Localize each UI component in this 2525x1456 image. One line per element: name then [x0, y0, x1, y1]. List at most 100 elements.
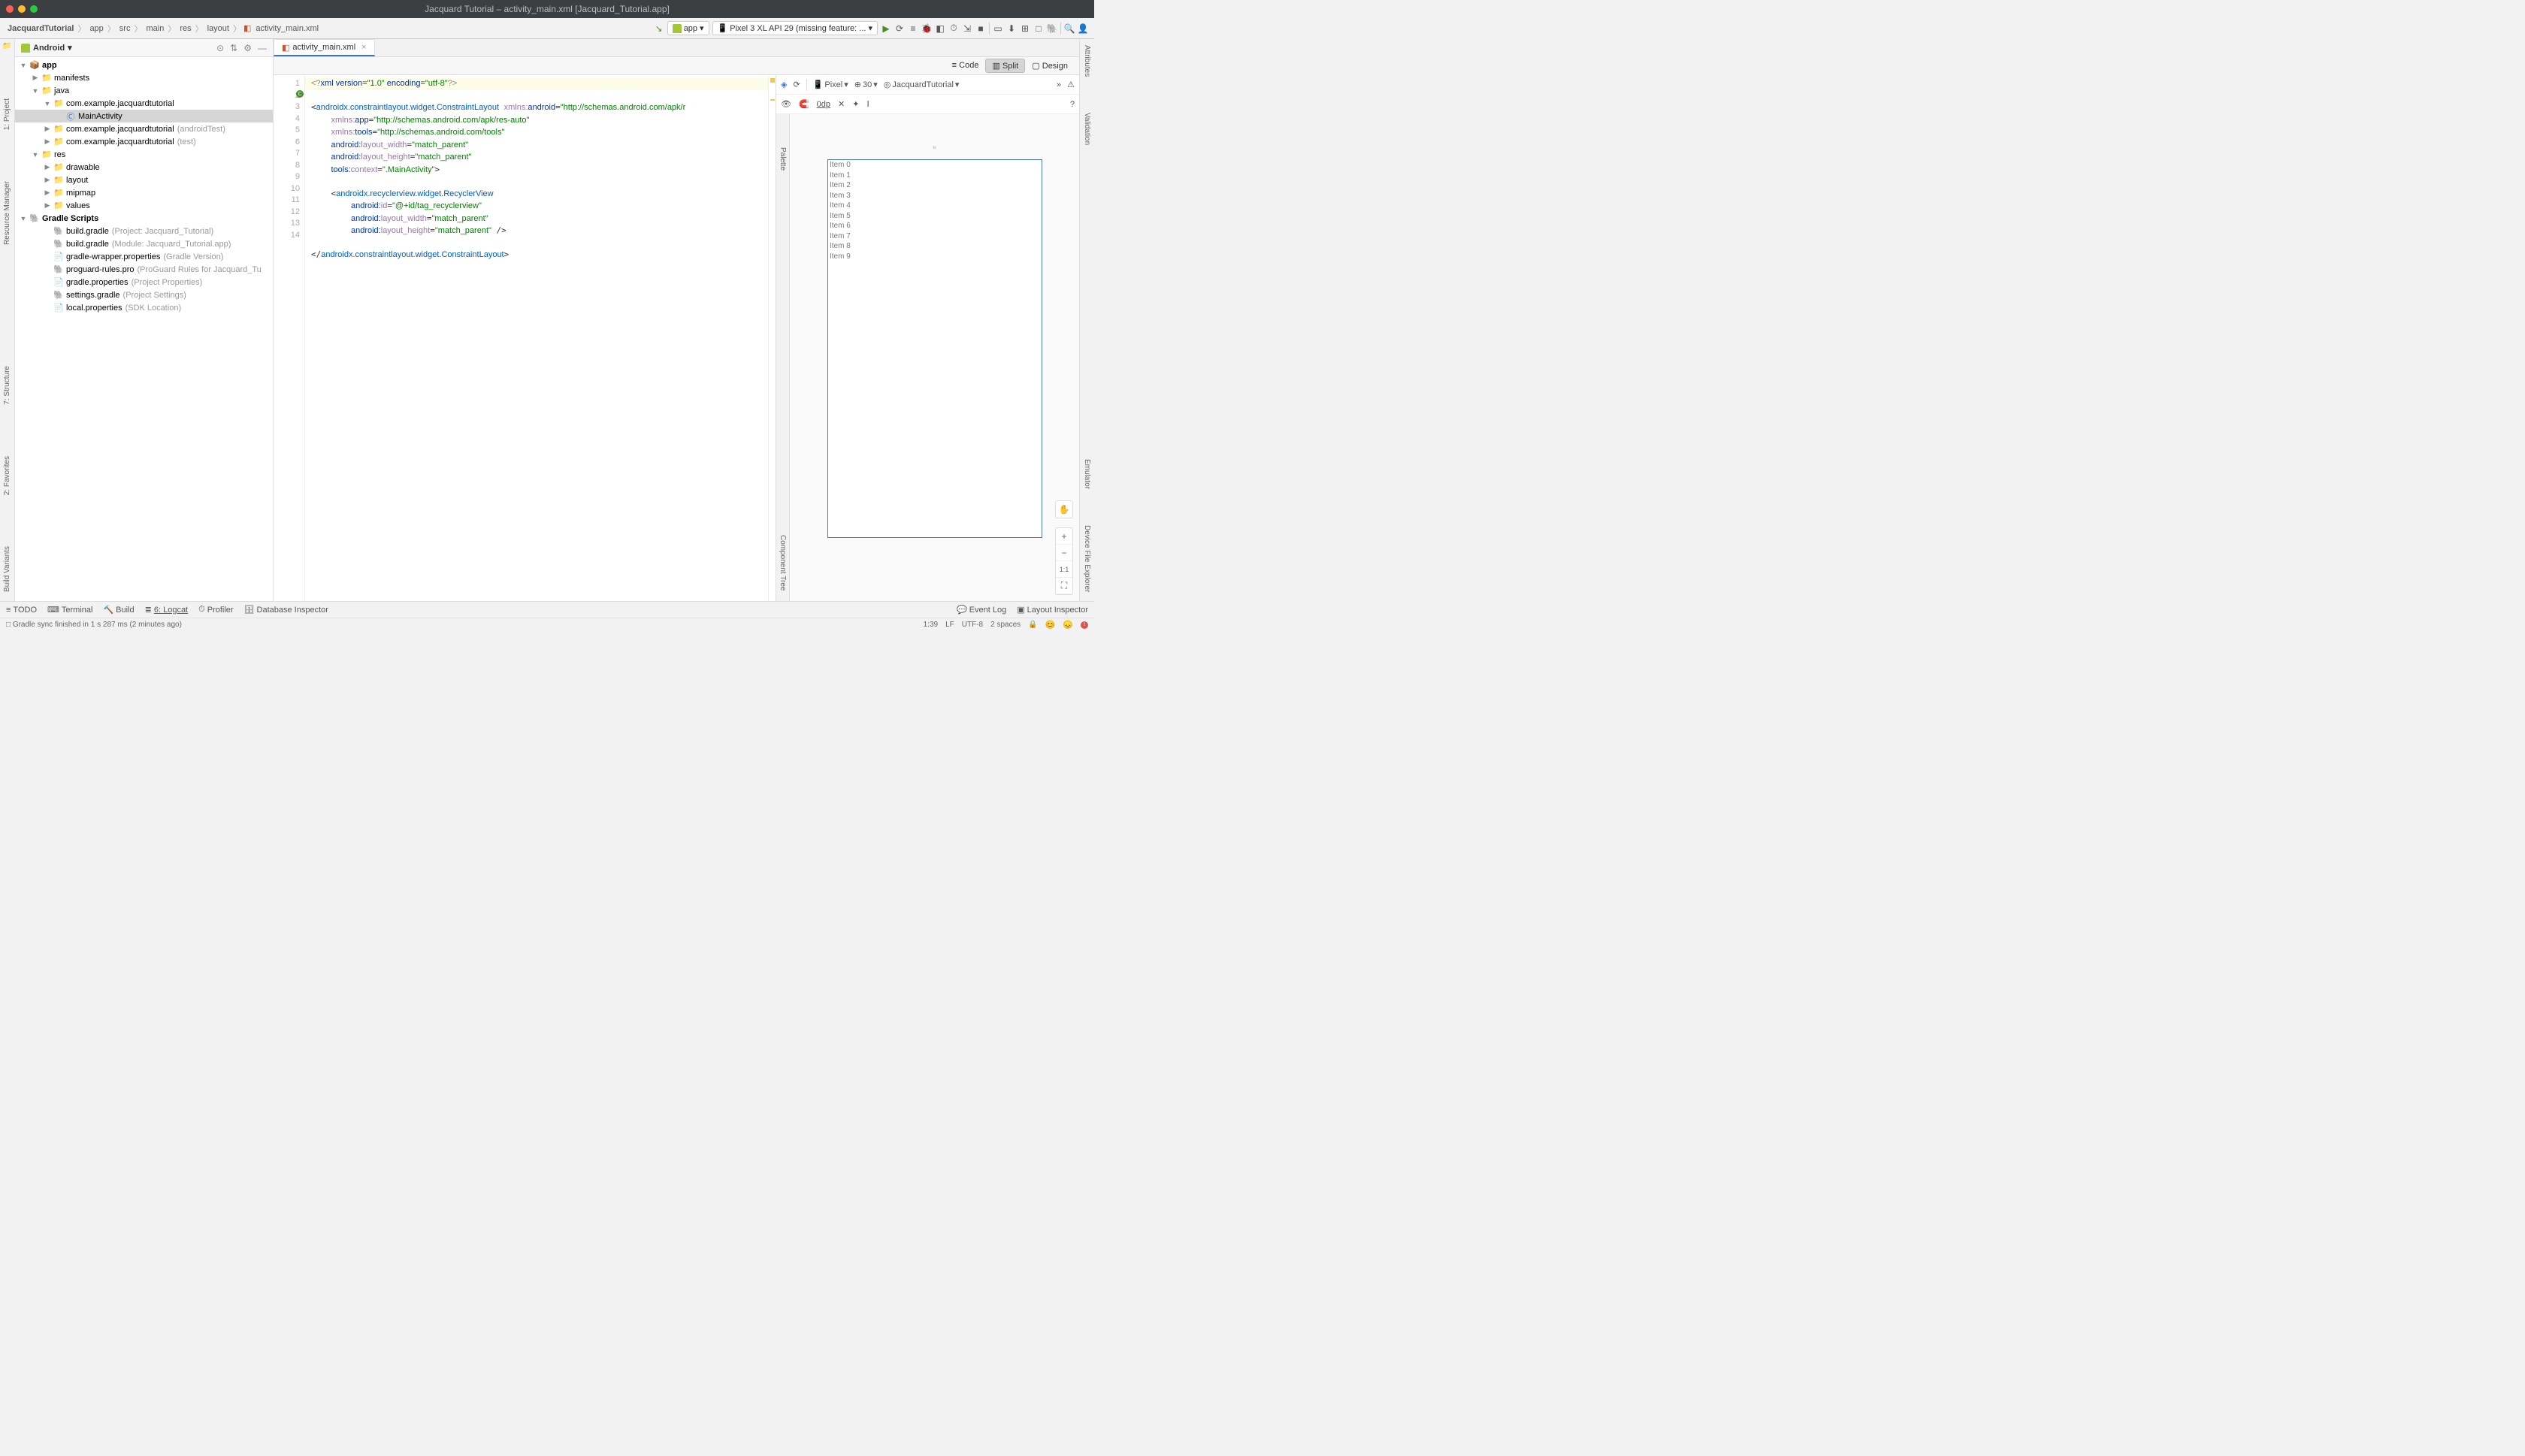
tree-gradle-wrapper[interactable]: 📄gradle-wrapper.properties(Gradle Versio…	[15, 250, 273, 263]
rail-project[interactable]: 1: Project	[3, 95, 11, 133]
bottom-layout-inspector[interactable]: ▣ Layout Inspector	[1017, 605, 1088, 615]
rail-palette[interactable]: Palette	[779, 144, 787, 174]
crumb-app[interactable]: app	[88, 24, 104, 33]
feedback-happy-icon[interactable]: 😊	[1045, 620, 1056, 630]
guidelines-icon[interactable]: Ⅰ	[866, 99, 869, 109]
maximize-window[interactable]	[30, 5, 38, 13]
tab-close-icon[interactable]: ×	[361, 43, 366, 52]
search-icon[interactable]: 🔍	[1064, 23, 1075, 34]
device-select[interactable]: 📱 Pixel ▾	[813, 80, 848, 89]
debug-icon[interactable]: 🐞	[921, 23, 932, 34]
api-select[interactable]: ⊕ 30 ▾	[854, 80, 878, 89]
crumb-file[interactable]: activity_main.xml	[254, 24, 320, 33]
layout-inspector-icon[interactable]: □	[1033, 23, 1044, 34]
encoding[interactable]: UTF-8	[962, 621, 983, 629]
warning-marker-icon[interactable]	[770, 78, 775, 83]
zoom-out-icon[interactable]: −	[1056, 545, 1072, 561]
bottom-logcat[interactable]: ≣ 6: Logcat	[145, 605, 188, 615]
tree-res[interactable]: ▼📁res	[15, 148, 273, 161]
bottom-build[interactable]: 🔨 Build	[103, 605, 134, 615]
lock-icon[interactable]: 🔒	[1028, 621, 1037, 629]
tree-app[interactable]: ▼📦app	[15, 59, 273, 71]
default-margins[interactable]: 0dp	[817, 100, 830, 109]
view-options-icon[interactable]: 👁	[781, 99, 791, 109]
zoom-fit[interactable]: 1:1	[1056, 561, 1072, 578]
run-config-selector[interactable]: app ▾	[667, 21, 709, 35]
tree-pkg-test[interactable]: ▶📁com.example.jacquardtutorial(test)	[15, 135, 273, 148]
folder-rail-icon[interactable]: 📁	[2, 42, 11, 50]
rail-device-file-explorer[interactable]: Device File Explorer	[1083, 522, 1091, 595]
rail-resource-manager[interactable]: Resource Manager	[3, 178, 11, 248]
warnings-icon[interactable]: ⚠	[1067, 80, 1075, 89]
tree-main-activity[interactable]: ⒸMainActivity	[15, 110, 273, 122]
zoom-in-icon[interactable]: +	[1056, 528, 1072, 545]
zoom-reset-icon[interactable]: ⛶	[1056, 578, 1072, 594]
attach-debugger-icon[interactable]: ⇲	[962, 23, 972, 34]
tree-build-gradle-module[interactable]: 🐘build.gradle(Module: Jacquard_Tutorial.…	[15, 237, 273, 250]
theme-select[interactable]: ◎ JacquardTutorial ▾	[884, 80, 960, 89]
mode-design[interactable]: ▢ Design	[1025, 59, 1075, 73]
project-mode-selector[interactable]: Android ▾	[21, 43, 72, 53]
minimize-window[interactable]	[18, 5, 26, 13]
avd-icon[interactable]: ▭	[993, 23, 1003, 34]
surface-icon[interactable]: ◈	[781, 80, 787, 89]
pan-icon[interactable]: ✋	[1055, 500, 1073, 518]
expand-all-icon[interactable]: ⇅	[230, 43, 237, 53]
tree-drawable[interactable]: ▶📁drawable	[15, 161, 273, 174]
close-window[interactable]	[6, 5, 14, 13]
apply-changes-icon[interactable]: ⟳	[894, 23, 905, 34]
infer-icon[interactable]: ✦	[852, 99, 859, 109]
design-canvas[interactable]: ⚬ Item 0 Item 1 Item 2 Item 3 Item 4 Ite…	[790, 114, 1079, 601]
run-icon[interactable]: ▶	[881, 23, 891, 34]
profile-icon[interactable]: ⏱	[948, 23, 959, 34]
settings-icon[interactable]: ⚙	[243, 43, 252, 53]
coverage-icon[interactable]: ◧	[935, 23, 945, 34]
tree-pkg-androidtest[interactable]: ▶📁com.example.jacquardtutorial(androidTe…	[15, 122, 273, 135]
bottom-profiler[interactable]: ⏱ Profiler	[198, 605, 233, 615]
bottom-todo[interactable]: ≡ TODO	[6, 605, 37, 615]
bottom-database-inspector[interactable]: 🗄 Database Inspector	[244, 605, 328, 615]
rail-emulator[interactable]: Emulator	[1083, 456, 1091, 492]
hide-icon[interactable]: —	[258, 43, 267, 53]
rail-component-tree[interactable]: Component Tree	[779, 532, 787, 594]
crumb-src[interactable]: src	[118, 24, 132, 33]
caret-pos[interactable]: 1:39	[924, 621, 938, 629]
rail-attributes[interactable]: Attributes	[1083, 42, 1091, 80]
tree-values[interactable]: ▶📁values	[15, 199, 273, 212]
sync-icon[interactable]: ↘	[654, 23, 664, 34]
tree-proguard[interactable]: 🐘proguard-rules.pro(ProGuard Rules for J…	[15, 263, 273, 276]
orientation-icon[interactable]: ⟳	[793, 80, 800, 89]
code-minimap[interactable]	[768, 75, 776, 601]
crumb-main[interactable]: main	[144, 24, 165, 33]
rm-icon[interactable]: ⊞	[1020, 23, 1030, 34]
bottom-event-log[interactable]: 💬 Event Log	[957, 605, 1006, 615]
tree-settings-gradle[interactable]: 🐘settings.gradle(Project Settings)	[15, 288, 273, 301]
tab-activity-main[interactable]: ◧ activity_main.xml ×	[274, 39, 375, 56]
tree-mipmap[interactable]: ▶📁mipmap	[15, 186, 273, 199]
tree-gradle-props[interactable]: 📄gradle.properties(Project Properties)	[15, 276, 273, 288]
crumb-res[interactable]: res	[178, 24, 192, 33]
rail-validation[interactable]: Validation	[1083, 110, 1091, 148]
rail-favorites[interactable]: 2: Favorites	[3, 453, 11, 498]
device-selector[interactable]: 📱 Pixel 3 XL API 29 (missing feature: ..…	[712, 21, 878, 35]
bottom-terminal[interactable]: ⌨ Terminal	[47, 605, 92, 615]
rail-structure[interactable]: 7: Structure	[3, 363, 11, 408]
select-opened-icon[interactable]: ⊙	[216, 43, 224, 53]
tree-java[interactable]: ▼📁java	[15, 84, 273, 97]
device-preview[interactable]: Item 0 Item 1 Item 2 Item 3 Item 4 Item …	[827, 159, 1042, 538]
sdk-icon[interactable]: ⬇	[1006, 23, 1017, 34]
code-editor[interactable]: 123 456 789 101112 1314 C <?xml version=…	[274, 75, 776, 601]
magnet-icon[interactable]: 🧲	[799, 99, 809, 109]
stop-icon[interactable]: ■	[975, 23, 986, 34]
rail-build-variants[interactable]: Build Variants	[3, 543, 11, 595]
tree-manifests[interactable]: ▶📁manifests	[15, 71, 273, 84]
clear-constraints-icon[interactable]: ✕	[838, 99, 845, 109]
tree-build-gradle-project[interactable]: 🐘build.gradle(Project: Jacquard_Tutorial…	[15, 225, 273, 237]
line-ending[interactable]: LF	[945, 621, 954, 629]
feedback-sad-icon[interactable]: 😞	[1063, 620, 1073, 630]
help-icon[interactable]: ?	[1070, 100, 1075, 109]
crumb-layout[interactable]: layout	[206, 24, 231, 33]
sync-gradle-icon[interactable]: 🐘	[1047, 23, 1057, 34]
tree-layout[interactable]: ▶📁layout	[15, 174, 273, 186]
tree-pkg[interactable]: ▼📁com.example.jacquardtutorial	[15, 97, 273, 110]
